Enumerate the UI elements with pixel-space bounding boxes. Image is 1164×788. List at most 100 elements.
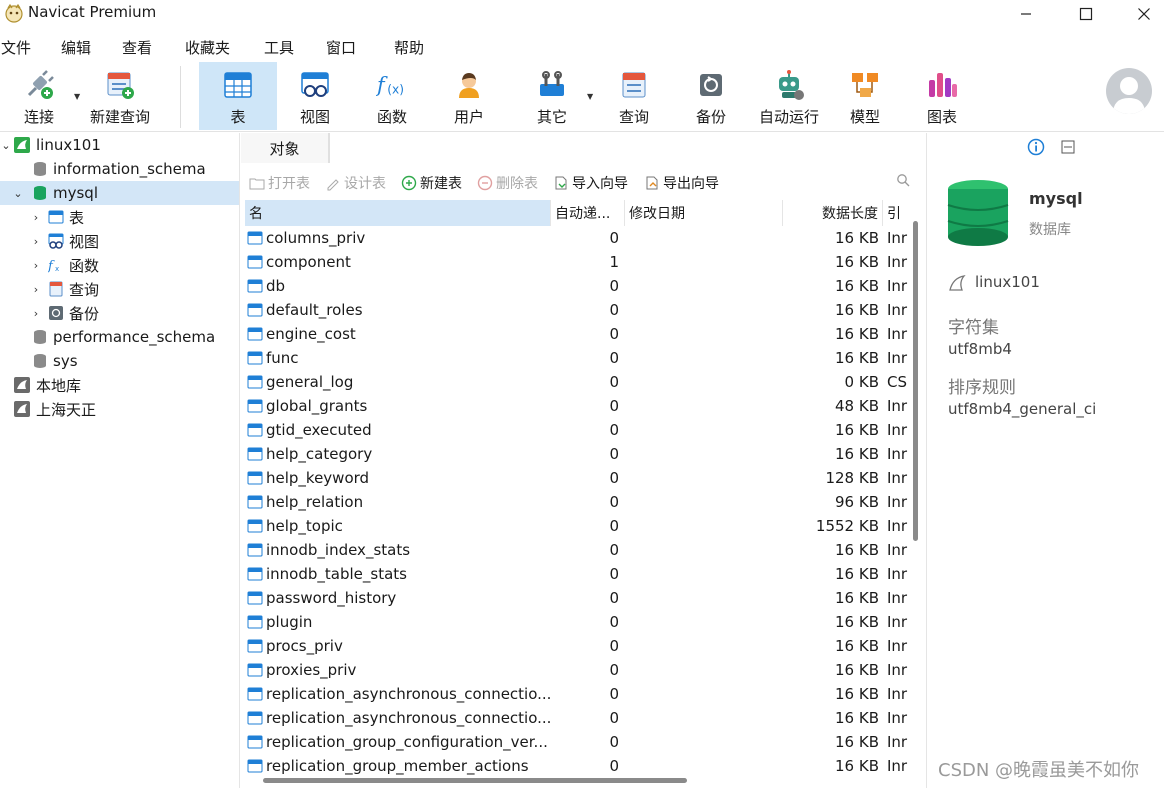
search-button[interactable] xyxy=(896,173,910,187)
cell-auto-increment: 0 xyxy=(609,565,619,583)
maximize-button[interactable] xyxy=(1058,0,1114,28)
info-icon[interactable] xyxy=(1027,138,1045,156)
menu-tools[interactable]: 工具 xyxy=(264,37,294,58)
vertical-scrollbar[interactable] xyxy=(913,221,918,541)
menu-file[interactable]: 文件 xyxy=(1,37,31,58)
tree-connection-linux101[interactable]: ⌄ linux101 xyxy=(0,133,239,157)
table-row[interactable]: help_keyword 0 128 KB Inr xyxy=(245,466,909,490)
menu-edit[interactable]: 编辑 xyxy=(61,37,91,58)
mysql-connection-icon xyxy=(14,137,30,153)
column-header-modified-date[interactable]: 修改日期 xyxy=(625,200,783,226)
connect-button[interactable]: 连接 ▼ xyxy=(4,62,80,130)
menu-help[interactable]: 帮助 xyxy=(394,37,424,58)
tree-db-mysql[interactable]: ⌄ mysql xyxy=(0,181,239,205)
function-button[interactable]: f (x) 函数 xyxy=(353,62,431,130)
table-row[interactable]: replication_asynchronous_connectio... 0 16… xyxy=(245,682,909,706)
export-wizard-button[interactable]: 导出向导 xyxy=(644,173,719,193)
mysql-connection-icon xyxy=(14,401,30,417)
backup-button[interactable]: 备份 xyxy=(672,62,750,130)
query-button[interactable]: 查询 xyxy=(595,62,673,130)
column-header-engine[interactable]: 引 xyxy=(883,200,909,226)
tab-label: 对象 xyxy=(269,139,300,158)
new-table-button[interactable]: 新建表 xyxy=(401,173,462,193)
table-row[interactable]: component 1 16 KB Inr xyxy=(245,250,909,274)
table-row[interactable]: password_history 0 16 KB Inr xyxy=(245,586,909,610)
design-table-label: 设计表 xyxy=(344,176,386,192)
table-row[interactable]: general_log 0 0 KB CS xyxy=(245,370,909,394)
view-button[interactable]: 视图 xyxy=(276,62,354,130)
expand-arrow-icon[interactable]: › xyxy=(30,283,42,296)
menu-favorites[interactable]: 收藏夹 xyxy=(185,37,230,58)
cell-engine: CS xyxy=(887,373,907,391)
table-row[interactable]: innodb_index_stats 0 16 KB Inr xyxy=(245,538,909,562)
table-row[interactable]: procs_priv 0 16 KB Inr xyxy=(245,634,909,658)
tree-db-performance-schema[interactable]: performance_schema xyxy=(0,325,239,349)
open-table-button[interactable]: 打开表 xyxy=(249,173,310,193)
cell-engine: Inr xyxy=(887,301,908,319)
table-row[interactable]: db 0 16 KB Inr xyxy=(245,274,909,298)
expand-arrow-icon[interactable]: › xyxy=(30,235,42,248)
table-row[interactable]: innodb_table_stats 0 16 KB Inr xyxy=(245,562,909,586)
table-row[interactable]: replication_group_configuration_ver... 0 1… xyxy=(245,730,909,754)
table-row[interactable]: help_category 0 16 KB Inr xyxy=(245,442,909,466)
table-row[interactable]: func 0 16 KB Inr xyxy=(245,346,909,370)
expand-arrow-icon[interactable]: › xyxy=(30,307,42,320)
table-row[interactable]: help_relation 0 96 KB Inr xyxy=(245,490,909,514)
model-button[interactable]: 模型 xyxy=(826,62,904,130)
table-icon xyxy=(247,327,263,341)
table-row[interactable]: proxies_priv 0 16 KB Inr xyxy=(245,658,909,682)
search-icon xyxy=(897,174,910,187)
cell-modified-date xyxy=(625,418,783,442)
tree-connection-local[interactable]: 本地库 xyxy=(0,373,239,397)
table-row[interactable]: gtid_executed 0 16 KB Inr xyxy=(245,418,909,442)
expand-arrow-icon[interactable]: › xyxy=(30,211,42,224)
table-row[interactable]: global_grants 0 48 KB Inr xyxy=(245,394,909,418)
minimize-button[interactable] xyxy=(998,0,1054,28)
tree-node-views[interactable]: › 视图 xyxy=(0,229,239,253)
tree-node-backups[interactable]: › 备份 xyxy=(0,301,239,325)
table-row[interactable]: replication_group_member_actions 0 16 KB In… xyxy=(245,754,909,778)
menu-window[interactable]: 窗口 xyxy=(326,37,356,58)
other-button[interactable]: 其它 ▼ xyxy=(513,62,593,130)
new-query-button[interactable]: 新建查询 xyxy=(84,62,156,130)
table-row[interactable]: columns_priv 0 16 KB Inr xyxy=(245,226,909,250)
ddl-icon[interactable] xyxy=(1061,140,1075,154)
cell-modified-date xyxy=(625,514,783,538)
delete-table-button[interactable]: 删除表 xyxy=(477,173,538,193)
column-header-name[interactable]: 名 xyxy=(245,200,551,226)
table-row[interactable]: default_roles 0 16 KB Inr xyxy=(245,298,909,322)
expand-arrow-icon[interactable]: › xyxy=(30,259,42,272)
tab-objects[interactable]: 对象 xyxy=(241,133,329,163)
import-wizard-button[interactable]: 导入向导 xyxy=(553,173,628,193)
delete-table-label: 删除表 xyxy=(496,176,538,192)
connect-dropdown-icon[interactable]: ▼ xyxy=(74,92,80,101)
tree-node-tables[interactable]: › 表 xyxy=(0,205,239,229)
chart-button[interactable]: 图表 xyxy=(903,62,981,130)
tree-db-sys[interactable]: sys xyxy=(0,349,239,373)
tree-node-functions[interactable]: › f x 函数 xyxy=(0,253,239,277)
tree-connection-shanghai[interactable]: 上海天正 xyxy=(0,397,239,421)
automation-button[interactable]: 自动运行 xyxy=(749,62,829,130)
user-avatar[interactable] xyxy=(1106,68,1152,114)
tree-node-queries[interactable]: › 查询 xyxy=(0,277,239,301)
table-row[interactable]: help_topic 0 1552 KB Inr xyxy=(245,514,909,538)
table-row[interactable]: replication_asynchronous_connectio... 0 16… xyxy=(245,706,909,730)
close-button[interactable] xyxy=(1116,0,1164,28)
table-row[interactable]: engine_cost 0 16 KB Inr xyxy=(245,322,909,346)
collapse-arrow-icon[interactable]: ⌄ xyxy=(0,139,12,152)
user-button[interactable]: 用户 xyxy=(430,62,508,130)
tables-grid: 名 自动递... 修改日期 数据长度 引 columns_priv 0 16 KB I… xyxy=(245,200,909,788)
table-button[interactable]: 表 xyxy=(199,62,277,130)
column-header-data-length[interactable]: 数据长度 xyxy=(783,200,883,226)
design-table-button[interactable]: 设计表 xyxy=(325,173,386,193)
cell-data-length: 16 KB xyxy=(835,757,879,775)
column-header-auto-increment[interactable]: 自动递... xyxy=(551,200,625,226)
other-dropdown-icon[interactable]: ▼ xyxy=(587,92,593,101)
collapse-arrow-icon[interactable]: ⌄ xyxy=(12,187,24,200)
cell-name: global_grants xyxy=(245,394,551,418)
main-toolbar: 连接 ▼ 新建查询 表 视图 f (x) 函数 用户 其它 ▼ 查询 备份 自动… xyxy=(0,60,1164,132)
tree-db-information-schema[interactable]: information_schema xyxy=(0,157,239,181)
horizontal-scrollbar[interactable] xyxy=(263,778,687,783)
menu-view[interactable]: 查看 xyxy=(122,37,152,58)
table-row[interactable]: plugin 0 16 KB Inr xyxy=(245,610,909,634)
